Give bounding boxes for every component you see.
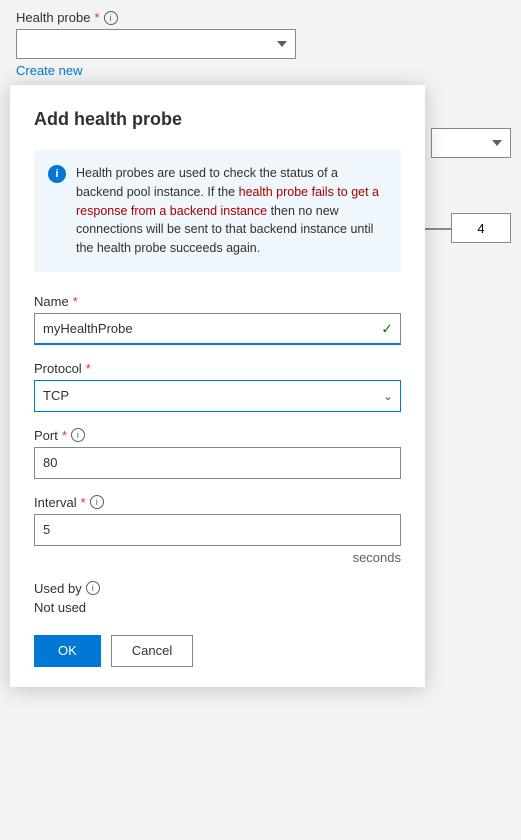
right-dropdown[interactable] (431, 128, 511, 158)
info-box-text: Health probes are used to check the stat… (76, 164, 387, 258)
name-input[interactable] (34, 313, 401, 345)
button-row: OK Cancel (34, 635, 401, 667)
info-box-icon: i (48, 165, 66, 183)
used-by-info-icon[interactable]: i (86, 581, 100, 595)
port-info-icon[interactable]: i (71, 428, 85, 442)
name-label: Name * (34, 294, 401, 309)
health-probe-label: Health probe * i (16, 10, 505, 25)
health-probe-info-icon[interactable]: i (104, 11, 118, 25)
panel-title: Add health probe (34, 109, 401, 130)
interval-input[interactable] (34, 514, 401, 546)
right-chevron-down-icon (492, 140, 502, 146)
seconds-label: seconds (353, 550, 401, 565)
port-required-marker: * (62, 428, 67, 443)
chevron-down-icon (277, 41, 287, 47)
required-marker: * (94, 10, 99, 25)
protocol-required-marker: * (86, 361, 91, 376)
ok-button[interactable]: OK (34, 635, 101, 667)
seconds-row: seconds (34, 550, 401, 565)
interval-field-group: Interval * i seconds (34, 495, 401, 565)
protocol-field-group: Protocol * TCP HTTP HTTPS ⌄ (34, 361, 401, 412)
name-input-wrapper: ✓ (34, 313, 401, 345)
health-probe-dropdown[interactable] (16, 29, 296, 59)
add-health-probe-panel: Add health probe i Health probes are use… (10, 85, 425, 687)
port-label: Port * i (34, 428, 401, 443)
used-by-label: Used by i (34, 581, 401, 596)
right-number-field: 4 (451, 213, 511, 243)
right-separator-line (421, 228, 451, 230)
interval-info-icon[interactable]: i (90, 495, 104, 509)
protocol-select-wrapper: TCP HTTP HTTPS ⌄ (34, 380, 401, 412)
not-used-text: Not used (34, 600, 401, 615)
port-field-group: Port * i (34, 428, 401, 479)
cancel-button[interactable]: Cancel (111, 635, 193, 667)
name-check-icon: ✓ (381, 320, 393, 337)
protocol-label: Protocol * (34, 361, 401, 376)
interval-label: Interval * i (34, 495, 401, 510)
name-required-marker: * (73, 294, 78, 309)
name-field-group: Name * ✓ (34, 294, 401, 345)
port-input[interactable] (34, 447, 401, 479)
interval-required-marker: * (81, 495, 86, 510)
create-new-link[interactable]: Create new (16, 63, 82, 78)
protocol-select[interactable]: TCP HTTP HTTPS (34, 380, 401, 412)
info-box: i Health probes are used to check the st… (34, 150, 401, 272)
used-by-section: Used by i Not used (34, 581, 401, 615)
